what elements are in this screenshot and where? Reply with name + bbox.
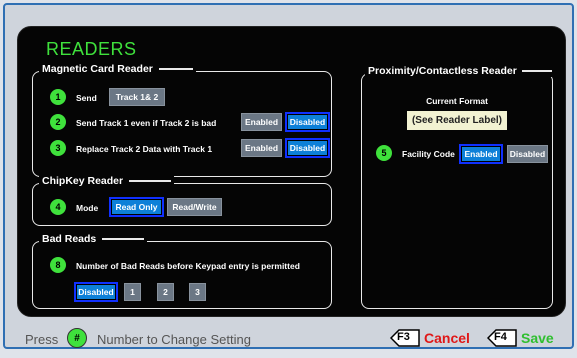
- legend-line: [102, 238, 145, 240]
- setting-number-8[interactable]: 8: [50, 257, 66, 273]
- bad-reads-title: Bad Reads: [39, 233, 148, 245]
- magnetic-card-reader-title: Magnetic Card Reader: [39, 63, 196, 75]
- facility-code-enabled-button[interactable]: Enabled: [459, 144, 503, 164]
- save-button[interactable]: F4 Save: [487, 329, 554, 347]
- page-title: READERS: [46, 39, 137, 59]
- replace-track2-label: Replace Track 2 Data with Track 1: [76, 144, 213, 154]
- chipkey-reader-title: ChipKey Reader: [39, 175, 175, 187]
- save-label: Save: [521, 330, 554, 346]
- read-write-button[interactable]: Read/Write: [167, 198, 222, 216]
- bad-reads-2-button[interactable]: 2: [157, 283, 174, 301]
- current-format-value: (See Reader Label): [407, 111, 507, 130]
- setting-number-1[interactable]: 1: [50, 89, 66, 105]
- save-key-label: F4: [494, 331, 507, 343]
- chipkey-reader-group: ChipKey Reader 4 Mode Read Only Read/Wri…: [32, 175, 332, 226]
- bad-reads-1-button[interactable]: 1: [124, 283, 141, 301]
- footer-instruction: Number to Change Setting: [97, 332, 251, 347]
- send-label: Send: [76, 93, 97, 103]
- send-track1-enabled-button[interactable]: Enabled: [241, 113, 282, 131]
- facility-code-label: Facility Code: [402, 149, 455, 159]
- legend-line: [521, 70, 552, 72]
- current-format-label: Current Format: [426, 96, 488, 106]
- send-track1-disabled-button[interactable]: Disabled: [285, 112, 330, 132]
- setting-number-2[interactable]: 2: [50, 114, 66, 130]
- setting-number-3[interactable]: 3: [50, 140, 66, 156]
- setting-number-4[interactable]: 4: [50, 199, 66, 215]
- legend-line: [158, 68, 193, 70]
- bad-reads-label: Number of Bad Reads before Keypad entry …: [76, 261, 300, 271]
- legend-line: [129, 180, 172, 182]
- replace-track2-disabled-button[interactable]: Disabled: [285, 138, 330, 158]
- bad-reads-group: Bad Reads 8 Number of Bad Reads before K…: [32, 233, 332, 309]
- readers-screen: READERS Magnetic Card Reader 1 Send Trac…: [17, 26, 566, 317]
- cancel-label: Cancel: [424, 330, 470, 346]
- bad-reads-3-button[interactable]: 3: [189, 283, 206, 301]
- hash-key-icon: #: [67, 328, 87, 348]
- setting-number-5[interactable]: 5: [376, 145, 392, 161]
- read-only-button[interactable]: Read Only: [109, 197, 164, 217]
- footer-press-text: Press: [25, 332, 59, 347]
- magnetic-card-reader-group: Magnetic Card Reader 1 Send Track 1& 2 2…: [32, 63, 332, 177]
- replace-track2-enabled-button[interactable]: Enabled: [241, 139, 282, 157]
- cancel-key-label: F3: [397, 331, 410, 343]
- mode-label: Mode: [76, 203, 99, 213]
- track-1-2-button[interactable]: Track 1& 2: [109, 88, 165, 106]
- proximity-reader-title: Proximity/Contactless Reader: [365, 65, 555, 77]
- cancel-button[interactable]: F3 Cancel: [390, 329, 470, 347]
- proximity-reader-group: Proximity/Contactless Reader Current For…: [361, 65, 555, 309]
- facility-code-disabled-button[interactable]: Disabled: [507, 145, 548, 163]
- send-track1-label: Send Track 1 even if Track 2 is bad: [76, 118, 217, 128]
- bad-reads-disabled-button[interactable]: Disabled: [74, 282, 118, 302]
